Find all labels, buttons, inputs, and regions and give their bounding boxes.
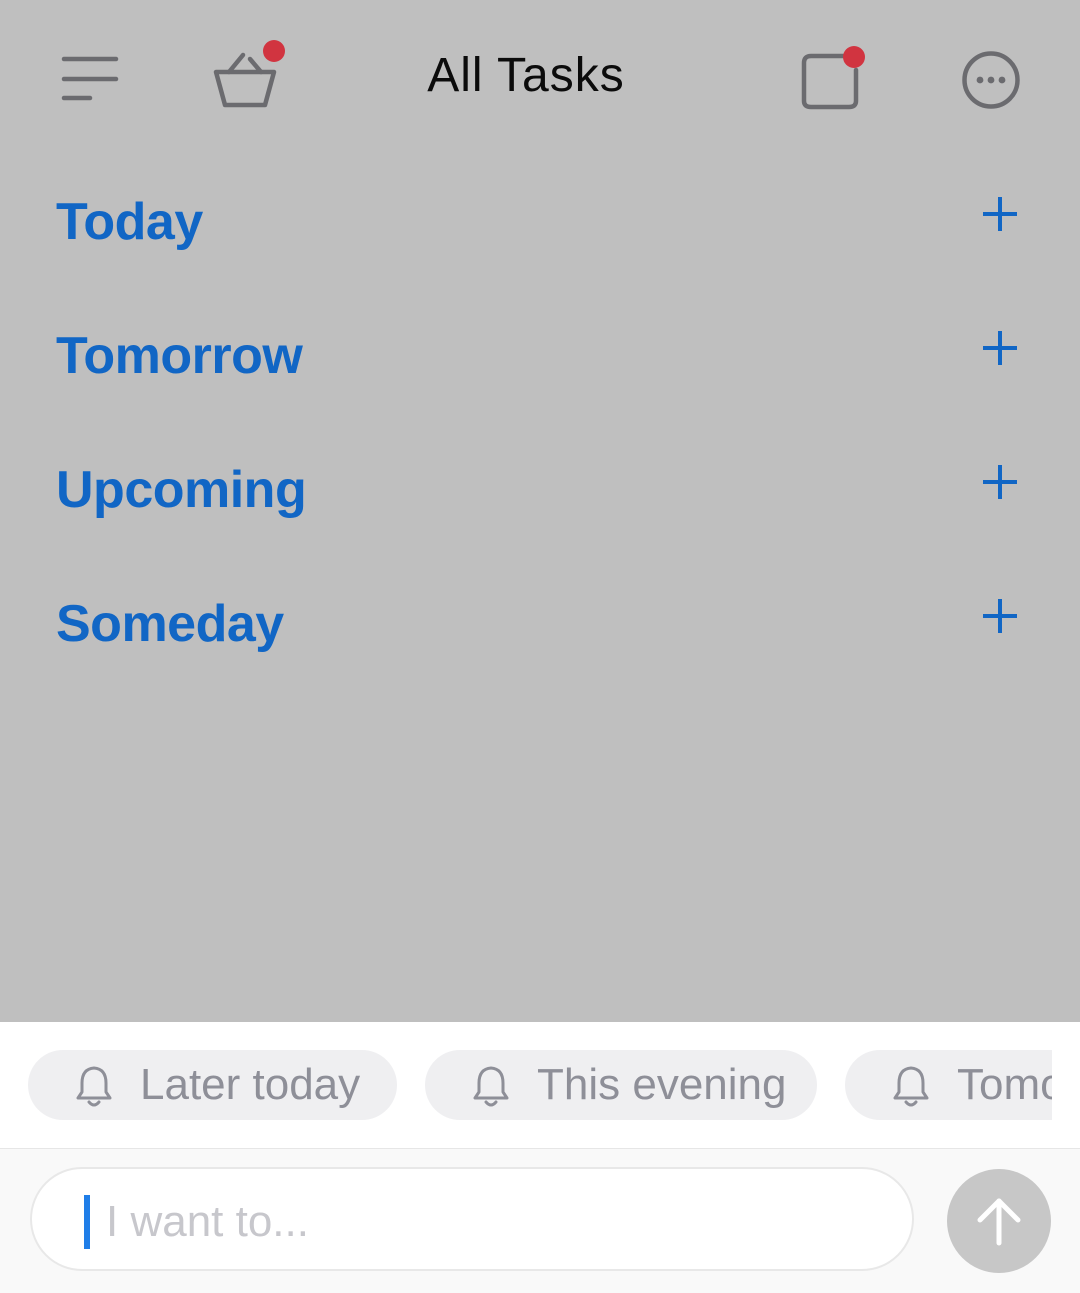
more-options-icon <box>962 51 1020 109</box>
chip-label: Later today <box>140 1060 361 1109</box>
section-upcoming[interactable]: Upcoming <box>56 460 1036 540</box>
section-label: Today <box>56 193 203 251</box>
bell-icon <box>473 1066 509 1107</box>
send-button[interactable] <box>947 1169 1051 1273</box>
reminder-chips: Later today This evening Tomorrow <box>0 1022 1052 1148</box>
add-task-icon[interactable] <box>982 330 1018 366</box>
chip-later-today[interactable]: Later today <box>28 1050 397 1120</box>
chip-label: Tomorrow <box>957 1060 1052 1109</box>
task-input[interactable]: I want to... <box>30 1167 914 1271</box>
chip-label: This evening <box>537 1060 787 1109</box>
more-options-button[interactable] <box>961 50 1021 110</box>
task-composer: I want to... <box>0 1148 1080 1293</box>
add-task-icon[interactable] <box>982 598 1018 634</box>
bell-icon <box>76 1066 112 1107</box>
add-task-icon[interactable] <box>982 464 1018 500</box>
page-title: All Tasks <box>427 49 625 102</box>
quick-note-button[interactable] <box>800 46 865 112</box>
section-today[interactable]: Today <box>56 192 1036 272</box>
quick-note-badge <box>843 46 865 68</box>
section-label: Someday <box>56 595 284 653</box>
section-someday[interactable]: Someday <box>56 594 1036 674</box>
task-input-placeholder: I want to... <box>106 1197 309 1246</box>
section-label: Upcoming <box>56 461 307 519</box>
section-label: Tomorrow <box>56 327 303 385</box>
task-list-area: All Tasks Today Tomorrow Upcoming Someda… <box>0 0 1080 1022</box>
chip-tomorrow[interactable]: Tomorrow <box>845 1050 1052 1120</box>
text-caret <box>84 1195 90 1249</box>
section-tomorrow[interactable]: Tomorrow <box>56 326 1036 406</box>
add-task-icon[interactable] <box>982 196 1018 232</box>
top-bar: All Tasks <box>0 0 1080 150</box>
bell-icon <box>893 1066 929 1107</box>
chip-this-evening[interactable]: This evening <box>425 1050 817 1120</box>
arrow-up-icon <box>977 1198 1021 1246</box>
